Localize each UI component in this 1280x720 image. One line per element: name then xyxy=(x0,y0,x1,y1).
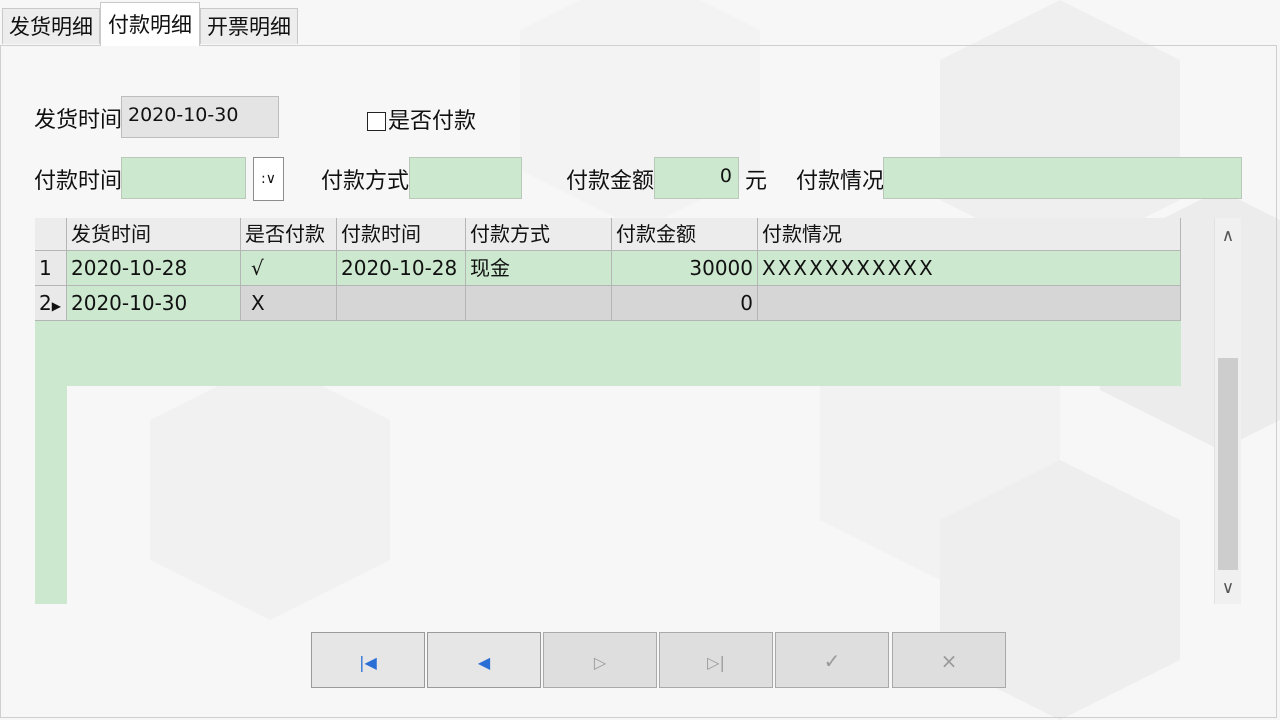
row-index-number: 2 xyxy=(39,291,52,315)
vertical-scrollbar[interactable]: ∧ ∨ xyxy=(1214,218,1241,604)
row-indicator-header xyxy=(35,218,67,251)
column-header-pay-time[interactable]: 付款时间 xyxy=(337,218,466,251)
row-index: 2▶ xyxy=(35,286,67,321)
table-cell-ship-time[interactable]: 2020-10-28 xyxy=(67,251,241,286)
table-cell-pay-status[interactable]: XXXXXXXXXXX xyxy=(758,251,1181,286)
table-cell-ship-time[interactable]: 2020-10-30 xyxy=(67,286,241,321)
table-cell-pay-method[interactable] xyxy=(466,286,612,321)
column-header-pay-method[interactable]: 付款方式 xyxy=(466,218,612,251)
pay-time-field[interactable] xyxy=(121,157,246,199)
current-row-pointer-icon: ▶ xyxy=(51,299,61,313)
grid-empty-area xyxy=(35,320,1181,386)
tab-bar: 发货明细 付款明细 开票明细 xyxy=(0,0,1280,46)
column-header-is-paid[interactable]: 是否付款 xyxy=(241,218,337,251)
column-header-pay-amount[interactable]: 付款金额 xyxy=(612,218,758,251)
next-record-icon: ▷ xyxy=(593,653,607,672)
ship-time-label: 发货时间 xyxy=(34,108,123,133)
column-header-pay-status[interactable]: 付款情况 xyxy=(758,218,1181,251)
table-cell-pay-method[interactable]: 现金 xyxy=(466,251,612,286)
tab-payment-detail[interactable]: 付款明细 xyxy=(100,2,200,46)
nav-cancel-button[interactable]: × xyxy=(892,632,1006,688)
chevron-down-icon: :∨ xyxy=(261,171,276,187)
scrollbar-thumb[interactable] xyxy=(1218,358,1238,570)
table-cell-pay-amount[interactable]: 30000 xyxy=(612,251,758,286)
ship-time-field: 2020-10-30 xyxy=(121,96,279,138)
last-record-icon: ▷| xyxy=(707,653,725,672)
pay-amount-unit: 元 xyxy=(745,169,768,194)
checkmark-icon: ✓ xyxy=(823,649,841,673)
pay-status-field[interactable] xyxy=(883,157,1242,199)
pay-time-dropdown-button[interactable]: :∨ xyxy=(253,157,284,201)
is-paid-checkbox[interactable] xyxy=(367,112,386,131)
table-row[interactable]: 1 2020-10-28 √ 2020-10-28 现金 30000 XXXXX… xyxy=(35,251,1181,286)
pay-time-label: 付款时间 xyxy=(34,169,123,194)
scroll-down-icon[interactable]: ∨ xyxy=(1215,578,1241,598)
scroll-up-icon[interactable]: ∧ xyxy=(1215,226,1241,246)
table-cell-is-paid[interactable]: X xyxy=(241,286,337,321)
pay-method-field[interactable] xyxy=(409,157,522,199)
nav-last-button[interactable]: ▷| xyxy=(659,632,773,688)
nav-prior-button[interactable]: ◀ xyxy=(427,632,541,688)
row-index: 1 xyxy=(35,251,67,286)
pay-amount-field[interactable]: 0 xyxy=(654,157,739,199)
pay-method-label: 付款方式 xyxy=(321,169,410,194)
grid-indicator-column-empty xyxy=(35,386,67,604)
first-record-icon: |◀ xyxy=(359,653,377,672)
tab-shipping-detail[interactable]: 发货明细 xyxy=(2,8,100,44)
is-paid-label[interactable]: 是否付款 xyxy=(388,107,476,137)
table-header: 发货时间 是否付款 付款时间 付款方式 付款金额 付款情况 xyxy=(35,218,1181,251)
table-cell-is-paid[interactable]: √ xyxy=(241,251,337,286)
nav-next-button[interactable]: ▷ xyxy=(543,632,657,688)
table-row[interactable]: 2▶ 2020-10-30 X 0 xyxy=(35,286,1181,321)
cancel-x-icon: × xyxy=(940,649,958,673)
pay-amount-label: 付款金额 xyxy=(566,169,655,194)
tab-invoice-detail[interactable]: 开票明细 xyxy=(200,8,298,44)
table-cell-pay-time[interactable] xyxy=(337,286,466,321)
table-cell-pay-status[interactable] xyxy=(758,286,1181,321)
nav-first-button[interactable]: |◀ xyxy=(311,632,425,688)
prior-record-icon: ◀ xyxy=(477,653,491,672)
pay-status-label: 付款情况 xyxy=(796,169,885,194)
column-header-ship-time[interactable]: 发货时间 xyxy=(67,218,241,251)
table-cell-pay-amount[interactable]: 0 xyxy=(612,286,758,321)
table-cell-pay-time[interactable]: 2020-10-28 xyxy=(337,251,466,286)
nav-post-button[interactable]: ✓ xyxy=(775,632,889,688)
